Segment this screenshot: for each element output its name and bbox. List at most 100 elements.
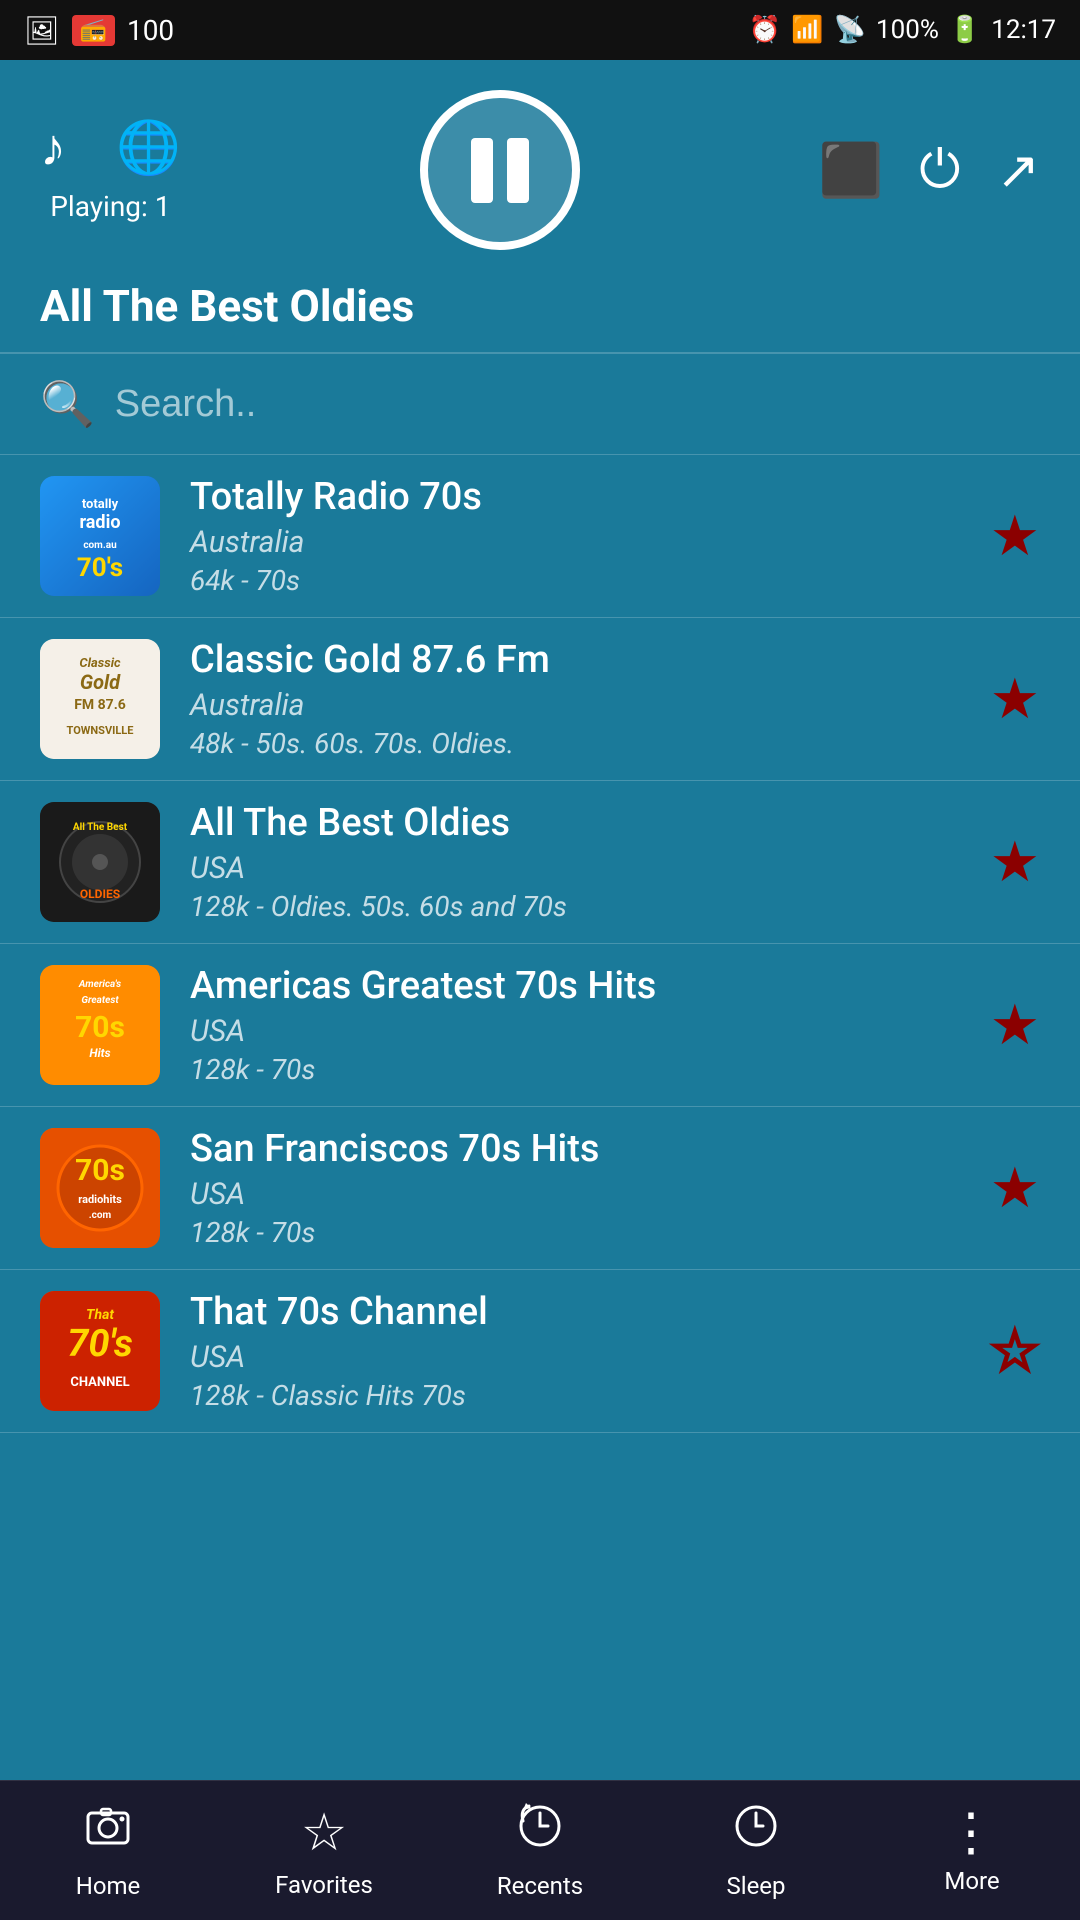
station-info-6: That 70s Channel USA 128k - Classic Hits…	[190, 1290, 960, 1412]
recents-history-icon	[515, 1801, 565, 1864]
sleep-clock-icon	[731, 1801, 781, 1864]
globe-icon[interactable]: 🌐	[116, 117, 181, 178]
station-country-1: Australia	[190, 525, 960, 560]
clock-time: 12:17	[991, 15, 1056, 45]
playing-label: Playing: 1	[50, 190, 170, 223]
content-area: ♪ 🌐 Playing: 1 ⬛ ⏻ ↗ All The Best Oldies…	[0, 60, 1080, 1780]
station-name-1: Totally Radio 70s	[190, 475, 960, 519]
nav-home[interactable]: Home	[0, 1801, 216, 1900]
list-item[interactable]: That 70's CHANNEL That 70s Channel USA 1…	[0, 1270, 1080, 1433]
nav-home-label: Home	[76, 1872, 141, 1900]
power-icon[interactable]: ⏻	[919, 139, 960, 201]
list-item[interactable]: All The Best OLDIES All The Best Oldies …	[0, 781, 1080, 944]
svg-text:70s: 70s	[75, 1010, 125, 1045]
nav-recents[interactable]: Recents	[432, 1801, 648, 1900]
favorite-star-1[interactable]: ★	[990, 503, 1040, 569]
favorite-star-5[interactable]: ★	[990, 1155, 1040, 1221]
list-item[interactable]: totally radio com.au 70's Totally Radio …	[0, 455, 1080, 618]
station-logo-2: Classic Gold FM 87.6 TOWNSVILLE	[40, 639, 160, 759]
svg-text:FM 87.6: FM 87.6	[74, 697, 126, 713]
station-details-4: 128k - 70s	[190, 1053, 960, 1086]
home-camera-icon	[83, 1801, 133, 1864]
current-station-title: All The Best Oldies	[0, 270, 1080, 354]
station-details-2: 48k - 50s. 60s. 70s. Oldies.	[190, 727, 960, 760]
svg-text:CHANNEL: CHANNEL	[70, 1375, 129, 1390]
svg-text:Hits: Hits	[89, 1046, 110, 1060]
svg-text:TOWNSVILLE: TOWNSVILLE	[67, 724, 134, 737]
player-left: ♪ 🌐 Playing: 1	[40, 117, 181, 223]
more-dots-icon: ⋮	[945, 1807, 999, 1859]
player-header: ♪ 🌐 Playing: 1 ⬛ ⏻ ↗	[0, 60, 1080, 270]
nav-more[interactable]: ⋮ More	[864, 1807, 1080, 1895]
nav-sleep-label: Sleep	[726, 1872, 785, 1900]
list-item[interactable]: 70s radiohits .com San Franciscos 70s Hi…	[0, 1107, 1080, 1270]
favorite-star-3[interactable]: ★	[990, 829, 1040, 895]
svg-text:70's: 70's	[67, 1322, 133, 1366]
station-country-3: USA	[190, 851, 960, 886]
svg-text:radiohits: radiohits	[78, 1193, 122, 1206]
svg-text:totally: totally	[82, 497, 119, 512]
favorite-star-4[interactable]: ★	[990, 992, 1040, 1058]
station-info-1: Totally Radio 70s Australia 64k - 70s	[190, 475, 960, 597]
station-logo-5: 70s radiohits .com	[40, 1128, 160, 1248]
station-info-3: All The Best Oldies USA 128k - Oldies. 5…	[190, 801, 960, 923]
status-left: 🖼 📻 100	[24, 14, 174, 47]
svg-text:radio: radio	[80, 512, 121, 533]
svg-text:Gold: Gold	[80, 670, 121, 694]
nav-favorites[interactable]: ☆ Favorites	[216, 1802, 432, 1899]
status-bar: 🖼 📻 100 ⏰ 📶 📡 100% 🔋 12:17	[0, 0, 1080, 60]
svg-text:OLDIES: OLDIES	[80, 887, 120, 901]
station-name-5: San Franciscos 70s Hits	[190, 1127, 960, 1171]
battery-icon: 🔋	[949, 15, 981, 45]
station-country-4: USA	[190, 1014, 960, 1049]
favorite-star-6[interactable]: ☆	[990, 1318, 1040, 1384]
station-name-6: That 70s Channel	[190, 1290, 960, 1334]
station-name-2: Classic Gold 87.6 Fm	[190, 638, 960, 682]
battery-level: 100%	[876, 15, 939, 45]
photo-icon: 🖼	[24, 14, 60, 47]
station-logo-3: All The Best OLDIES	[40, 802, 160, 922]
station-info-4: Americas Greatest 70s Hits USA 128k - 70…	[190, 964, 960, 1086]
svg-text:.com: .com	[89, 1210, 112, 1221]
station-details-3: 128k - Oldies. 50s. 60s and 70s	[190, 890, 960, 923]
stop-icon[interactable]: ⬛	[819, 140, 884, 201]
bottom-nav: Home ☆ Favorites Recents Sleep ⋮ More	[0, 1780, 1080, 1920]
station-name-4: Americas Greatest 70s Hits	[190, 964, 960, 1008]
pause-bar-left	[471, 138, 493, 203]
nav-favorites-label: Favorites	[275, 1871, 373, 1899]
station-details-6: 128k - Classic Hits 70s	[190, 1379, 960, 1412]
share-icon[interactable]: ↗	[996, 140, 1040, 201]
station-list: totally radio com.au 70's Totally Radio …	[0, 455, 1080, 1780]
svg-text:com.au: com.au	[83, 540, 117, 551]
nav-more-label: More	[944, 1867, 999, 1895]
station-details-1: 64k - 70s	[190, 564, 960, 597]
pause-button[interactable]	[420, 90, 580, 250]
pause-icon	[471, 138, 529, 203]
nav-sleep[interactable]: Sleep	[648, 1801, 864, 1900]
player-left-icons: ♪ 🌐	[40, 117, 181, 178]
alarm-icon: ⏰	[749, 15, 781, 45]
station-country-2: Australia	[190, 688, 960, 723]
station-logo-4: America's Greatest 70s Hits	[40, 965, 160, 1085]
status-right: ⏰ 📶 📡 100% 🔋 12:17	[749, 15, 1056, 45]
svg-text:That: That	[86, 1307, 114, 1323]
search-input[interactable]	[115, 383, 1040, 426]
signal-icon: 📡	[834, 15, 866, 45]
list-item[interactable]: Classic Gold FM 87.6 TOWNSVILLE Classic …	[0, 618, 1080, 781]
svg-text:Greatest: Greatest	[81, 995, 119, 1006]
station-info-5: San Franciscos 70s Hits USA 128k - 70s	[190, 1127, 960, 1249]
favorites-star-icon: ☆	[301, 1802, 348, 1863]
station-details-5: 128k - 70s	[190, 1216, 960, 1249]
music-note-icon[interactable]: ♪	[40, 117, 66, 178]
station-logo-6: That 70's CHANNEL	[40, 1291, 160, 1411]
favorite-star-2[interactable]: ★	[990, 666, 1040, 732]
player-controls-right: ⬛ ⏻ ↗	[819, 139, 1040, 201]
station-logo-1: totally radio com.au 70's	[40, 476, 160, 596]
wifi-icon: 📶	[791, 15, 823, 45]
list-item[interactable]: America's Greatest 70s Hits Americas Gre…	[0, 944, 1080, 1107]
svg-text:70's: 70's	[77, 553, 123, 583]
station-country-6: USA	[190, 1340, 960, 1375]
station-info-2: Classic Gold 87.6 Fm Australia 48k - 50s…	[190, 638, 960, 760]
svg-text:America's: America's	[78, 979, 121, 990]
search-icon: 🔍	[40, 378, 95, 430]
